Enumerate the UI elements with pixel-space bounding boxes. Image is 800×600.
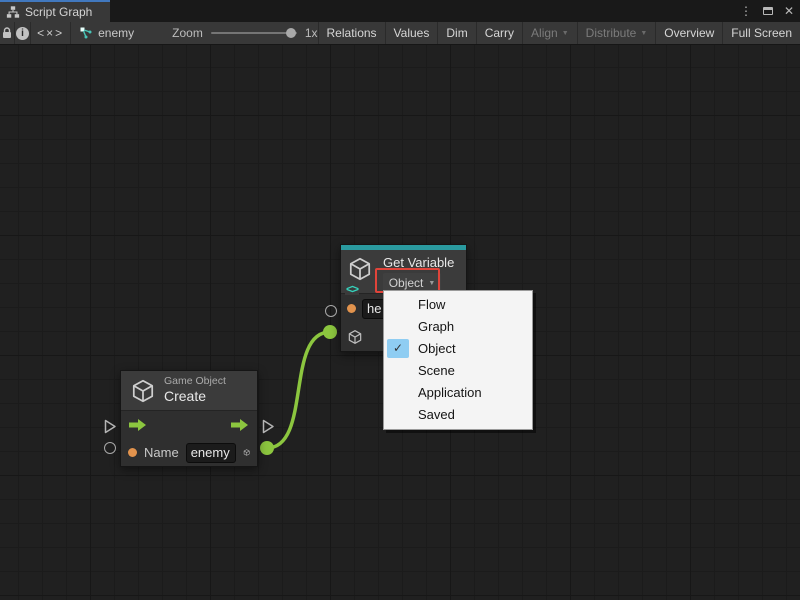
- chevron-down-icon: ▼: [640, 30, 647, 37]
- lock-icon: [0, 26, 14, 40]
- create-flow-out-port[interactable]: [262, 419, 275, 434]
- create-flow-row: [121, 411, 257, 439]
- fullscreen-button[interactable]: Full Screen: [723, 22, 800, 44]
- zoom-value: 1x: [305, 26, 318, 40]
- cube-icon: [130, 378, 156, 404]
- values-button[interactable]: Values: [386, 22, 439, 44]
- create-node-title: Create: [164, 388, 226, 406]
- code-x-icon: <×>: [37, 26, 64, 40]
- inspect-button[interactable]: i: [15, 22, 31, 44]
- distribute-button[interactable]: Distribute▼: [578, 22, 657, 44]
- menu-item-saved[interactable]: Saved: [384, 404, 532, 426]
- window-menu-icon[interactable]: ⋮: [740, 5, 752, 17]
- lock-button[interactable]: [0, 22, 15, 44]
- chevron-down-icon: ▼: [562, 30, 569, 37]
- graph-node-icon: [79, 26, 93, 40]
- menu-item-scene[interactable]: Scene: [384, 360, 532, 382]
- gameobject-target-icon: [347, 329, 363, 345]
- name-param-label: Name: [144, 445, 179, 460]
- zoom-slider-handle[interactable]: [286, 28, 296, 38]
- create-value-in-port[interactable]: [104, 442, 116, 454]
- name-value-field[interactable]: [186, 443, 236, 463]
- align-button[interactable]: Align▼: [523, 22, 578, 44]
- menu-item-object[interactable]: ✓ Object: [384, 338, 532, 360]
- graph-hierarchy-icon: [6, 5, 20, 19]
- create-flow-in-port[interactable]: [104, 419, 117, 434]
- create-node[interactable]: Game Object Create Name: [120, 370, 258, 467]
- script-graph-window: Script Graph ⋮ ✕ i <×>: [0, 0, 800, 600]
- graph-canvas[interactable]: Game Object Create Name: [0, 45, 800, 600]
- close-icon[interactable]: ✕: [784, 5, 794, 17]
- window-controls: ⋮ ✕: [740, 0, 794, 22]
- name-input-port-icon[interactable]: [128, 448, 137, 457]
- gameobject-type-icon: [243, 444, 250, 461]
- zoom-slider[interactable]: [211, 32, 297, 34]
- menu-item-flow[interactable]: Flow: [384, 294, 532, 316]
- connection-wire[interactable]: [267, 332, 330, 448]
- menu-item-graph[interactable]: Graph: [384, 316, 532, 338]
- flow-in-arrow-icon[interactable]: [129, 418, 147, 432]
- create-node-header: Game Object Create: [121, 371, 257, 411]
- variable-name-port-icon[interactable]: [347, 304, 356, 313]
- toolbar-buttons: Relations Values Dim Carry Align▼ Distri…: [318, 22, 800, 44]
- cube-icon: [347, 256, 373, 282]
- title-bar: Script Graph ⋮ ✕: [0, 0, 800, 22]
- getvar-target-port-connected[interactable]: [323, 325, 337, 339]
- tab-label: Script Graph: [25, 5, 92, 19]
- carry-button[interactable]: Carry: [477, 22, 523, 44]
- maximize-icon[interactable]: [763, 7, 773, 15]
- dim-button[interactable]: Dim: [438, 22, 476, 44]
- zoom-label: Zoom: [172, 26, 203, 40]
- menu-item-application[interactable]: Application: [384, 382, 532, 404]
- create-node-category: Game Object: [164, 375, 226, 388]
- flow-out-arrow-icon[interactable]: [231, 418, 249, 432]
- graph-toolbar: i <×> enemy Zoom 1x Relations Values Dim: [0, 22, 800, 45]
- breadcrumb-label: enemy: [98, 26, 134, 40]
- variable-angle-brackets-icon: <>: [345, 283, 359, 295]
- create-output-port-connected[interactable]: [260, 441, 274, 455]
- breadcrumb[interactable]: enemy: [71, 22, 142, 44]
- relations-button[interactable]: Relations: [319, 22, 386, 44]
- zoom-control: Zoom 1x: [172, 22, 317, 44]
- toggle-values-button[interactable]: <×>: [31, 22, 71, 44]
- overview-button[interactable]: Overview: [656, 22, 723, 44]
- scope-menu: Flow Graph ✓ Object Scene Application Sa…: [383, 290, 533, 430]
- getvar-name-in-port[interactable]: [325, 305, 337, 317]
- tab-script-graph[interactable]: Script Graph: [0, 0, 110, 22]
- create-name-row: Name: [121, 439, 257, 466]
- info-icon: i: [16, 27, 29, 40]
- checkmark-icon: ✓: [387, 339, 409, 358]
